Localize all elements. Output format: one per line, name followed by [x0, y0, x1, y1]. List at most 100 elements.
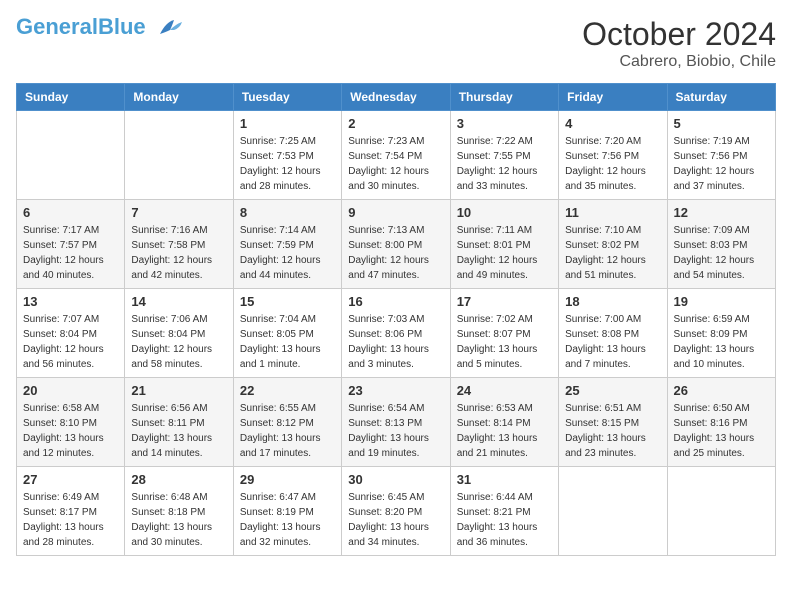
day-info: Sunrise: 7:07 AMSunset: 8:04 PMDaylight:… — [23, 312, 118, 372]
calendar-cell: 17 Sunrise: 7:02 AMSunset: 8:07 PMDayligh… — [450, 289, 558, 378]
calendar-cell: 15 Sunrise: 7:04 AMSunset: 8:05 PMDayligh… — [233, 289, 341, 378]
calendar-table: SundayMondayTuesdayWednesdayThursdayFrid… — [16, 83, 776, 556]
day-number: 25 — [565, 383, 660, 398]
day-number: 23 — [348, 383, 443, 398]
calendar-cell: 31 Sunrise: 6:44 AMSunset: 8:21 PMDayligh… — [450, 467, 558, 556]
day-number: 1 — [240, 116, 335, 131]
weekday-header-saturday: Saturday — [667, 84, 775, 111]
calendar-cell: 23 Sunrise: 6:54 AMSunset: 8:13 PMDayligh… — [342, 378, 450, 467]
day-info: Sunrise: 7:10 AMSunset: 8:02 PMDaylight:… — [565, 223, 660, 283]
weekday-header-friday: Friday — [559, 84, 667, 111]
day-info: Sunrise: 6:56 AMSunset: 8:11 PMDaylight:… — [131, 401, 226, 461]
day-info: Sunrise: 7:16 AMSunset: 7:58 PMDaylight:… — [131, 223, 226, 283]
calendar-cell: 10Sunrise: 7:11 AMSunset: 8:01 PMDayligh… — [450, 200, 558, 289]
calendar-cell: 13 Sunrise: 7:07 AMSunset: 8:04 PMDayligh… — [17, 289, 125, 378]
day-number: 8 — [240, 205, 335, 220]
day-info: Sunrise: 6:49 AMSunset: 8:17 PMDaylight:… — [23, 490, 118, 550]
weekday-header-row: SundayMondayTuesdayWednesdayThursdayFrid… — [17, 84, 776, 111]
calendar-cell: 1 Sunrise: 7:25 AMSunset: 7:53 PMDaylight… — [233, 111, 341, 200]
page-header: GeneralBlue October 2024 Cabrero, Biobio… — [16, 16, 776, 71]
day-number: 3 — [457, 116, 552, 131]
day-info: Sunrise: 7:09 AMSunset: 8:03 PMDaylight:… — [674, 223, 769, 283]
calendar-cell: 21Sunrise: 6:56 AMSunset: 8:11 PMDayligh… — [125, 378, 233, 467]
calendar-cell — [667, 467, 775, 556]
calendar-cell: 5 Sunrise: 7:19 AMSunset: 7:56 PMDaylight… — [667, 111, 775, 200]
calendar-cell: 29 Sunrise: 6:47 AMSunset: 8:19 PMDayligh… — [233, 467, 341, 556]
day-number: 22 — [240, 383, 335, 398]
day-number: 7 — [131, 205, 226, 220]
week-row-5: 27 Sunrise: 6:49 AMSunset: 8:17 PMDayligh… — [17, 467, 776, 556]
calendar-cell: 28 Sunrise: 6:48 AMSunset: 8:18 PMDayligh… — [125, 467, 233, 556]
day-info: Sunrise: 7:25 AMSunset: 7:53 PMDaylight:… — [240, 134, 335, 194]
day-info: Sunrise: 6:53 AMSunset: 8:14 PMDaylight:… — [457, 401, 552, 461]
calendar-cell: 4 Sunrise: 7:20 AMSunset: 7:56 PMDaylight… — [559, 111, 667, 200]
calendar-cell: 3Sunrise: 7:22 AMSunset: 7:55 PMDaylight… — [450, 111, 558, 200]
day-info: Sunrise: 7:20 AMSunset: 7:56 PMDaylight:… — [565, 134, 660, 194]
calendar-cell: 6 Sunrise: 7:17 AMSunset: 7:57 PMDaylight… — [17, 200, 125, 289]
day-info: Sunrise: 6:58 AMSunset: 8:10 PMDaylight:… — [23, 401, 118, 461]
day-number: 19 — [674, 294, 769, 309]
calendar-cell: 14Sunrise: 7:06 AMSunset: 8:04 PMDayligh… — [125, 289, 233, 378]
day-info: Sunrise: 7:04 AMSunset: 8:05 PMDaylight:… — [240, 312, 335, 372]
calendar-cell: 7 Sunrise: 7:16 AMSunset: 7:58 PMDaylight… — [125, 200, 233, 289]
day-number: 18 — [565, 294, 660, 309]
day-number: 6 — [23, 205, 118, 220]
day-info: Sunrise: 6:54 AMSunset: 8:13 PMDaylight:… — [348, 401, 443, 461]
day-number: 15 — [240, 294, 335, 309]
day-info: Sunrise: 6:44 AMSunset: 8:21 PMDaylight:… — [457, 490, 552, 550]
day-number: 30 — [348, 472, 443, 487]
calendar-cell: 20 Sunrise: 6:58 AMSunset: 8:10 PMDayligh… — [17, 378, 125, 467]
logo-text: GeneralBlue — [16, 16, 146, 38]
month-title: October 2024 — [582, 16, 776, 53]
calendar-cell: 25 Sunrise: 6:51 AMSunset: 8:15 PMDayligh… — [559, 378, 667, 467]
day-number: 17 — [457, 294, 552, 309]
weekday-header-monday: Monday — [125, 84, 233, 111]
day-info: Sunrise: 6:47 AMSunset: 8:19 PMDaylight:… — [240, 490, 335, 550]
day-info: Sunrise: 7:23 AMSunset: 7:54 PMDaylight:… — [348, 134, 443, 194]
day-number: 20 — [23, 383, 118, 398]
day-info: Sunrise: 6:50 AMSunset: 8:16 PMDaylight:… — [674, 401, 769, 461]
calendar-cell: 8 Sunrise: 7:14 AMSunset: 7:59 PMDaylight… — [233, 200, 341, 289]
day-info: Sunrise: 7:17 AMSunset: 7:57 PMDaylight:… — [23, 223, 118, 283]
day-info: Sunrise: 6:48 AMSunset: 8:18 PMDaylight:… — [131, 490, 226, 550]
day-info: Sunrise: 6:59 AMSunset: 8:09 PMDaylight:… — [674, 312, 769, 372]
day-number: 28 — [131, 472, 226, 487]
day-number: 5 — [674, 116, 769, 131]
week-row-4: 20 Sunrise: 6:58 AMSunset: 8:10 PMDayligh… — [17, 378, 776, 467]
day-number: 14 — [131, 294, 226, 309]
day-number: 12 — [674, 205, 769, 220]
calendar-cell: 26 Sunrise: 6:50 AMSunset: 8:16 PMDayligh… — [667, 378, 775, 467]
calendar-cell: 27 Sunrise: 6:49 AMSunset: 8:17 PMDayligh… — [17, 467, 125, 556]
day-number: 9 — [348, 205, 443, 220]
calendar-cell: 18Sunrise: 7:00 AMSunset: 8:08 PMDayligh… — [559, 289, 667, 378]
day-number: 26 — [674, 383, 769, 398]
day-info: Sunrise: 7:03 AMSunset: 8:06 PMDaylight:… — [348, 312, 443, 372]
weekday-header-wednesday: Wednesday — [342, 84, 450, 111]
day-info: Sunrise: 7:11 AMSunset: 8:01 PMDaylight:… — [457, 223, 552, 283]
day-number: 29 — [240, 472, 335, 487]
calendar-cell: 11 Sunrise: 7:10 AMSunset: 8:02 PMDayligh… — [559, 200, 667, 289]
logo-bird-icon — [152, 16, 184, 38]
day-number: 13 — [23, 294, 118, 309]
calendar-cell: 2 Sunrise: 7:23 AMSunset: 7:54 PMDaylight… — [342, 111, 450, 200]
location: Cabrero, Biobio, Chile — [582, 53, 776, 71]
day-number: 16 — [348, 294, 443, 309]
day-number: 11 — [565, 205, 660, 220]
week-row-2: 6 Sunrise: 7:17 AMSunset: 7:57 PMDaylight… — [17, 200, 776, 289]
day-number: 2 — [348, 116, 443, 131]
calendar-cell — [559, 467, 667, 556]
calendar-cell: 24Sunrise: 6:53 AMSunset: 8:14 PMDayligh… — [450, 378, 558, 467]
logo: GeneralBlue — [16, 16, 184, 38]
weekday-header-sunday: Sunday — [17, 84, 125, 111]
day-info: Sunrise: 6:51 AMSunset: 8:15 PMDaylight:… — [565, 401, 660, 461]
day-number: 31 — [457, 472, 552, 487]
day-number: 4 — [565, 116, 660, 131]
calendar-cell: 30Sunrise: 6:45 AMSunset: 8:20 PMDayligh… — [342, 467, 450, 556]
day-info: Sunrise: 7:14 AMSunset: 7:59 PMDaylight:… — [240, 223, 335, 283]
day-info: Sunrise: 7:19 AMSunset: 7:56 PMDaylight:… — [674, 134, 769, 194]
calendar-cell: 16 Sunrise: 7:03 AMSunset: 8:06 PMDayligh… — [342, 289, 450, 378]
calendar-cell: 12 Sunrise: 7:09 AMSunset: 8:03 PMDayligh… — [667, 200, 775, 289]
day-info: Sunrise: 7:02 AMSunset: 8:07 PMDaylight:… — [457, 312, 552, 372]
day-info: Sunrise: 6:55 AMSunset: 8:12 PMDaylight:… — [240, 401, 335, 461]
day-number: 27 — [23, 472, 118, 487]
